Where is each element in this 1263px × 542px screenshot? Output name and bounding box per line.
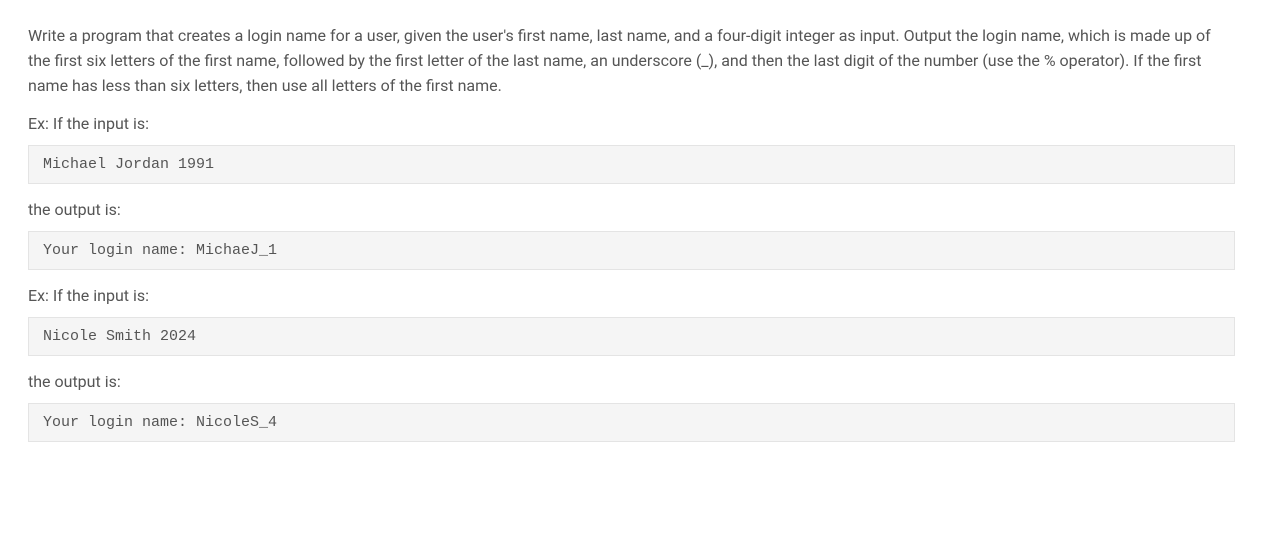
example-output-label: the output is: bbox=[28, 200, 1235, 219]
example-output-code: Your login name: NicoleS_4 bbox=[28, 403, 1235, 442]
example-output-code: Your login name: MichaeJ_1 bbox=[28, 231, 1235, 270]
example-input-code: Michael Jordan 1991 bbox=[28, 145, 1235, 184]
example-input-label: Ex: If the input is: bbox=[28, 286, 1235, 305]
example-input-label: Ex: If the input is: bbox=[28, 114, 1235, 133]
problem-description: Write a program that creates a login nam… bbox=[28, 24, 1235, 98]
example-input-code: Nicole Smith 2024 bbox=[28, 317, 1235, 356]
example-output-label: the output is: bbox=[28, 372, 1235, 391]
